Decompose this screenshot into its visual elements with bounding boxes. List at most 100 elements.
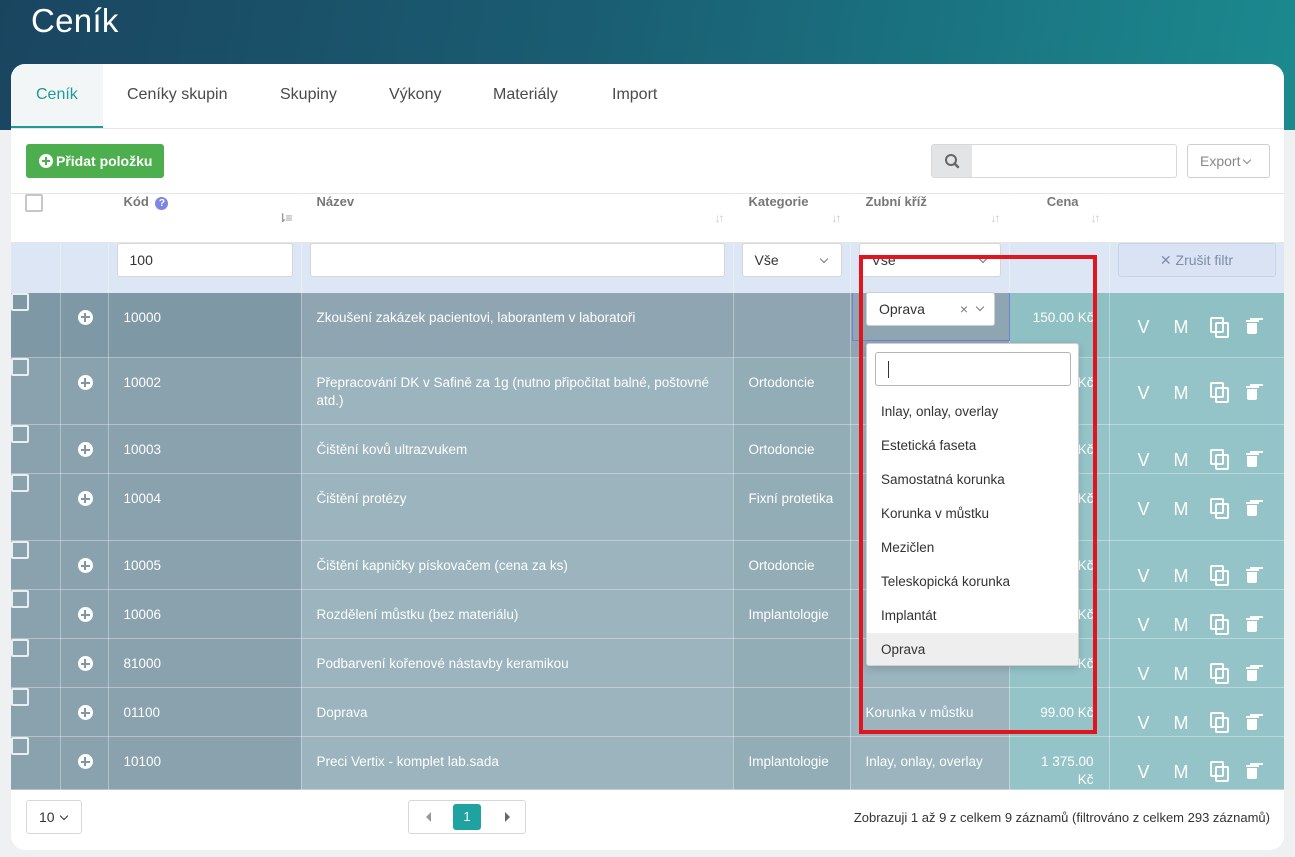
row-checkbox[interactable] [11, 292, 29, 311]
v-button[interactable]: V [1138, 566, 1174, 587]
m-button[interactable]: M [1174, 499, 1210, 520]
dropdown-option[interactable]: Oprava [867, 633, 1078, 665]
copy-icon[interactable] [1209, 382, 1246, 404]
dropdown-option[interactable]: Mezičlen [867, 531, 1078, 565]
m-button[interactable]: M [1174, 664, 1210, 685]
row-checkbox[interactable] [11, 590, 29, 608]
dropdown-option[interactable]: Implantát [867, 599, 1078, 633]
v-button[interactable]: V [1138, 615, 1174, 636]
add-item-button[interactable]: Přidat položku [26, 144, 164, 178]
trash-icon[interactable] [1245, 317, 1282, 338]
trash-icon[interactable] [1245, 383, 1282, 404]
sort-icon[interactable]: ↓↑ [1091, 211, 1101, 225]
col-category[interactable]: Kategorie ↓↑ [733, 193, 851, 243]
help-icon[interactable]: ? [155, 197, 169, 210]
m-button[interactable]: M [1174, 317, 1210, 338]
trash-icon[interactable] [1245, 499, 1282, 520]
tab-skupiny[interactable]: Skupiny [255, 64, 362, 128]
plus-circle-icon[interactable] [77, 442, 93, 457]
copy-icon[interactable] [1209, 712, 1246, 734]
copy-icon[interactable] [1209, 449, 1246, 471]
row-checkbox[interactable] [11, 737, 29, 755]
tooth-filter-select[interactable]: Vše [858, 243, 1001, 277]
prev-page-button[interactable] [409, 801, 449, 833]
row-checkbox[interactable] [11, 688, 29, 706]
next-page-button[interactable] [485, 801, 525, 833]
plus-circle-icon[interactable] [77, 309, 93, 325]
col-tooth[interactable]: Zubní kříž ↓↑ [850, 193, 1010, 243]
copy-icon[interactable] [1209, 565, 1246, 587]
chevron-down-icon[interactable] [975, 302, 985, 312]
tooth-select[interactable]: Oprava × [866, 292, 995, 326]
v-button[interactable]: V [1138, 762, 1174, 783]
search-input[interactable] [972, 145, 1176, 177]
plus-circle-icon[interactable] [77, 558, 93, 573]
v-button[interactable]: V [1138, 713, 1174, 734]
tab-ceniky-skupin[interactable]: Ceníky skupin [102, 64, 253, 128]
page-size-select[interactable]: 10 [26, 800, 82, 834]
row-checkbox[interactable] [11, 541, 29, 559]
category-filter-select[interactable]: Vše [741, 243, 842, 277]
copy-icon[interactable] [1209, 498, 1246, 520]
m-button[interactable]: M [1174, 615, 1210, 636]
tab-import[interactable]: Import [587, 64, 682, 128]
row-tooth: Inlay, onlay, overlay [865, 754, 983, 769]
copy-icon[interactable] [1209, 614, 1246, 636]
tab-vykony[interactable]: Výkony [364, 64, 466, 128]
plus-circle-icon[interactable] [77, 375, 93, 390]
m-button[interactable]: M [1174, 762, 1210, 783]
v-button[interactable]: V [1138, 499, 1174, 520]
col-price[interactable]: Cena ↓↑ [1009, 193, 1110, 243]
search-box [931, 144, 1177, 178]
trash-icon[interactable] [1245, 450, 1282, 471]
row-checkbox[interactable] [11, 474, 29, 492]
dropdown-search-input[interactable] [875, 352, 1071, 386]
export-button[interactable]: Export [1187, 144, 1270, 178]
col-code[interactable]: Kód ? ⇂≡ [108, 193, 302, 243]
v-button[interactable]: V [1138, 450, 1174, 471]
dropdown-option[interactable]: Inlay, onlay, overlay [867, 395, 1078, 429]
trash-icon[interactable] [1245, 713, 1282, 734]
tab-materialy[interactable]: Materiály [468, 64, 583, 128]
sort-icon[interactable]: ↓↑ [991, 211, 1001, 225]
copy-icon[interactable] [1209, 761, 1246, 783]
sort-icon[interactable]: ↓↑ [832, 211, 842, 225]
plus-circle-icon[interactable] [77, 705, 93, 720]
sort-icon[interactable]: ↓↑ [715, 211, 725, 225]
plus-circle-icon[interactable] [77, 656, 93, 671]
trash-icon[interactable] [1245, 664, 1282, 685]
trash-icon[interactable] [1245, 615, 1282, 636]
dropdown-option[interactable]: Korunka v můstku [867, 497, 1078, 531]
page-button-current[interactable]: 1 [453, 804, 481, 830]
col-name[interactable]: Název ↓↑ [301, 193, 734, 243]
trash-icon[interactable] [1245, 566, 1282, 587]
dropdown-option[interactable]: Estetická faseta [867, 429, 1078, 463]
dropdown-option[interactable]: Samostatná korunka [867, 463, 1078, 497]
plus-circle-icon[interactable] [77, 491, 93, 506]
v-button[interactable]: V [1138, 317, 1174, 338]
dropdown-option[interactable]: Teleskopická korunka [867, 565, 1078, 599]
row-checkbox[interactable] [11, 425, 29, 443]
code-filter-input[interactable]: 100 [116, 243, 293, 277]
plus-circle-icon[interactable] [77, 607, 93, 622]
tab-cenik[interactable]: Ceník [11, 64, 103, 128]
tab-bar: Ceník Ceníky skupin Skupiny Výkony Mater… [11, 64, 1284, 129]
row-category: Implantologie [748, 754, 829, 769]
v-button[interactable]: V [1138, 664, 1174, 685]
m-button[interactable]: M [1174, 383, 1210, 404]
clear-icon[interactable]: × [960, 293, 968, 325]
plus-circle-icon[interactable] [77, 754, 93, 769]
trash-icon[interactable] [1245, 762, 1282, 783]
sort-asc-icon[interactable]: ⇂≡ [277, 211, 292, 225]
m-button[interactable]: M [1174, 450, 1210, 471]
clear-filter-button[interactable]: ✕ Zrušit filtr [1117, 243, 1276, 277]
select-all-checkbox[interactable] [25, 194, 43, 212]
v-button[interactable]: V [1138, 383, 1174, 404]
copy-icon[interactable] [1209, 316, 1246, 339]
row-checkbox[interactable] [11, 639, 29, 657]
m-button[interactable]: M [1174, 713, 1210, 734]
name-filter-input[interactable] [309, 243, 725, 277]
m-button[interactable]: M [1174, 566, 1210, 587]
copy-icon[interactable] [1209, 663, 1246, 685]
row-checkbox[interactable] [11, 358, 29, 376]
